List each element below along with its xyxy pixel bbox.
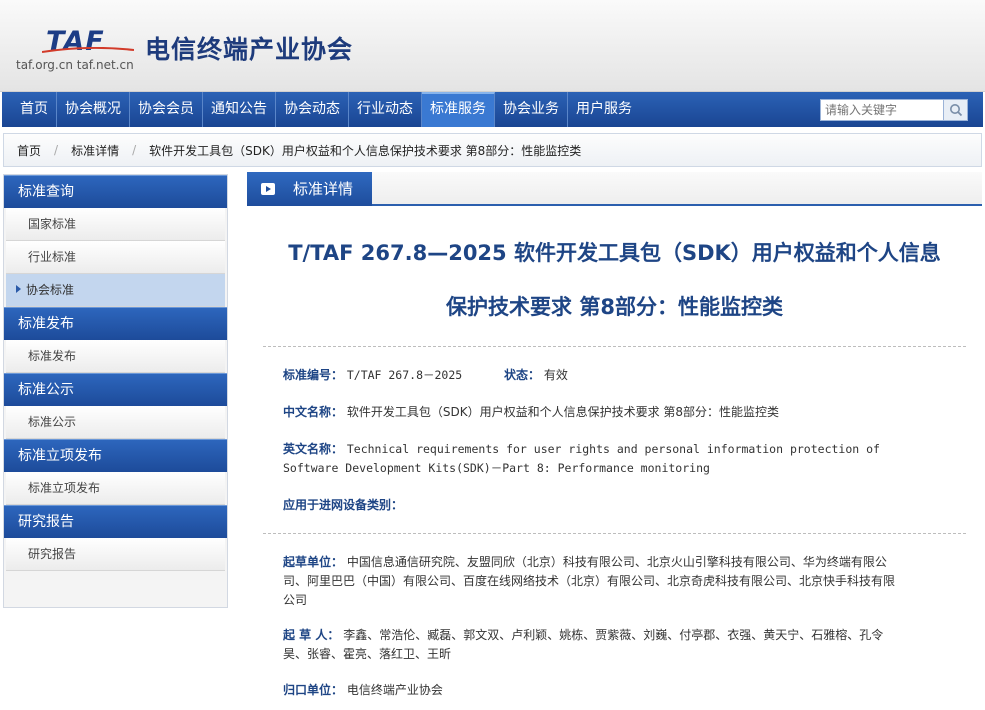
drafters-label: 起 草 人： — [283, 628, 340, 642]
std-number-label: 标准编号： — [283, 368, 344, 382]
play-icon — [261, 183, 275, 195]
en-name-value-line1: Technical requirements for user rights a… — [346, 442, 880, 456]
sidebar-section-reports[interactable]: 研究报告 — [4, 505, 227, 538]
divider — [263, 533, 966, 534]
main-content: 标准详情 T/TAF 267.8—2025 软件开发工具包（SDK）用户权益和个… — [247, 172, 982, 710]
drafters-row: 起 草 人： 李鑫、常浩伦、臧磊、郭文双、卢利颖、姚栋、贾紫薇、刘巍、付亭郡、衣… — [283, 626, 953, 664]
cn-name-value: 软件开发工具包（SDK）用户权益和个人信息保护技术要求 第8部分：性能监控类 — [346, 405, 780, 419]
nav-item-user-services[interactable]: 用户服务 — [568, 92, 640, 127]
owner-row: 归口单位： 电信终端产业协会 — [283, 681, 982, 700]
logo-swoosh-icon — [42, 47, 134, 53]
nav-item-members[interactable]: 协会会员 — [130, 92, 203, 127]
nav-item-notices[interactable]: 通知公告 — [203, 92, 276, 127]
breadcrumb-current: 软件开发工具包（SDK）用户权益和个人信息保护技术要求 第8部分：性能监控类 — [149, 143, 582, 158]
std-number-row: 标准编号： T/TAF 267.8－2025 状态： 有效 — [283, 366, 982, 385]
breadcrumb-separator: / — [54, 143, 59, 157]
sidebar-item-publish[interactable]: 标准发布 — [6, 340, 225, 373]
en-name-value-line2: Software Development Kits(SDK)－Part 8: P… — [283, 461, 710, 475]
main-nav: 首页 协会概况 协会会员 通知公告 协会动态 行业动态 标准服务 协会业务 用户… — [2, 92, 983, 127]
cn-name-row: 中文名称： 软件开发工具包（SDK）用户权益和个人信息保护技术要求 第8部分：性… — [283, 403, 982, 422]
divider — [263, 346, 966, 347]
drafter-org-line1: 中国信息通信研究院、友盟同欣（北京）科技有限公司、北京火山引擎科技有限公司、华为… — [346, 555, 887, 569]
owner-label: 归口单位： — [283, 683, 344, 697]
drafter-org-line3: 公司 — [283, 593, 308, 607]
drafter-org-row: 起草单位： 中国信息通信研究院、友盟同欣（北京）科技有限公司、北京火山引擎科技有… — [283, 553, 953, 610]
sidebar-item-project[interactable]: 标准立项发布 — [6, 472, 225, 505]
en-name-row: 英文名称： Technical requirements for user ri… — [283, 440, 953, 478]
sidebar-item-reports[interactable]: 研究报告 — [6, 538, 225, 571]
status-value: 有效 — [543, 368, 568, 382]
nav-item-standards[interactable]: 标准服务 — [422, 92, 495, 127]
site-title: 电信终端产业协会 — [145, 35, 354, 64]
sidebar-item-label: 协会标准 — [26, 283, 75, 297]
standard-title-line1: T/TAF 267.8—2025 软件开发工具包（SDK）用户权益和个人信息 — [288, 241, 941, 265]
search-button[interactable] — [944, 99, 968, 121]
sidebar-item-national-standards[interactable]: 国家标准 — [6, 208, 225, 241]
nav-item-about[interactable]: 协会概况 — [57, 92, 130, 127]
status-label: 状态： — [504, 368, 541, 382]
logo-urls: taf.org.cn taf.net.cn — [16, 58, 134, 72]
breadcrumb-home[interactable]: 首页 — [17, 142, 41, 159]
search-box — [820, 99, 968, 121]
sidebar-section-query[interactable]: 标准查询 — [4, 175, 227, 208]
search-input[interactable] — [820, 99, 944, 121]
standard-title: T/TAF 267.8—2025 软件开发工具包（SDK）用户权益和个人信息 保… — [247, 226, 982, 334]
nav-item-home[interactable]: 首页 — [12, 92, 57, 127]
tab-standard-detail[interactable]: 标准详情 — [247, 172, 372, 206]
sidebar-item-industry-standards[interactable]: 行业标准 — [6, 241, 225, 274]
content-tab-bar: 标准详情 — [247, 172, 982, 206]
sidebar-section-publish[interactable]: 标准发布 — [4, 307, 227, 340]
en-name-label: 英文名称： — [283, 442, 344, 456]
breadcrumb: 首页 / 标准详情 / 软件开发工具包（SDK）用户权益和个人信息保护技术要求 … — [3, 133, 982, 167]
breadcrumb-detail[interactable]: 标准详情 — [71, 142, 119, 159]
nav-item-business[interactable]: 协会业务 — [495, 92, 568, 127]
sidebar-section-public-notice[interactable]: 标准公示 — [4, 373, 227, 406]
owner-value: 电信终端产业协会 — [346, 683, 443, 697]
search-icon — [949, 104, 962, 117]
nav-item-industry-news[interactable]: 行业动态 — [349, 92, 422, 127]
tab-label: 标准详情 — [293, 180, 354, 198]
standard-title-line2: 保护技术要求 第8部分：性能监控类 — [446, 295, 783, 319]
breadcrumb-separator: / — [132, 143, 137, 157]
triangle-right-icon — [16, 285, 21, 293]
sidebar-item-association-standards[interactable]: 协会标准 — [6, 274, 225, 307]
taf-logo[interactable]: TAF taf.org.cn taf.net.cn — [14, 26, 139, 76]
nav-item-association-news[interactable]: 协会动态 — [276, 92, 349, 127]
sidebar-section-project[interactable]: 标准立项发布 — [4, 439, 227, 472]
drafters-line2: 昊、张睿、霍亮、落红卫、王昕 — [283, 647, 452, 661]
std-number-value: T/TAF 267.8－2025 — [346, 368, 463, 382]
site-header: TAF taf.org.cn taf.net.cn 电信终端产业协会 — [0, 0, 985, 92]
drafter-org-label: 起草单位： — [283, 555, 344, 569]
drafter-org-line2: 司、阿里巴巴（中国）有限公司、百度在线网络技术（北京）有限公司、北京奇虎科技有限… — [283, 574, 896, 588]
device-category-label: 应用于进网设备类别： — [283, 498, 404, 512]
sidebar: 标准查询 国家标准 行业标准 协会标准 标准发布 标准发布 标准公示 标准公示 … — [3, 174, 228, 608]
device-category-row: 应用于进网设备类别： — [283, 496, 982, 515]
drafters-line1: 李鑫、常浩伦、臧磊、郭文双、卢利颖、姚栋、贾紫薇、刘巍、付亭郡、衣强、黄天宁、石… — [343, 628, 884, 642]
cn-name-label: 中文名称： — [283, 405, 344, 419]
sidebar-item-public-notice[interactable]: 标准公示 — [6, 406, 225, 439]
